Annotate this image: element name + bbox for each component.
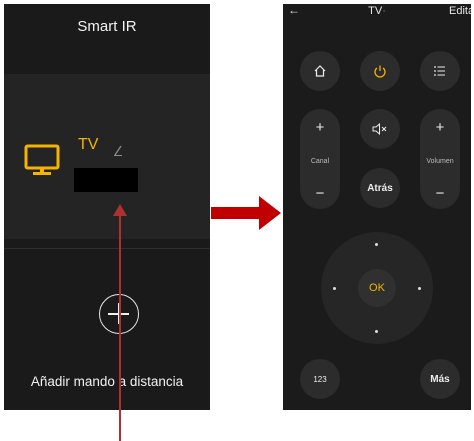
annotation-line (119, 215, 121, 441)
dpad: OK (321, 232, 433, 344)
dpad-right-button[interactable] (418, 287, 421, 290)
mute-icon (372, 123, 387, 135)
arrow-right-icon (211, 196, 281, 230)
mute-button[interactable] (360, 109, 400, 149)
title-dot: · (382, 5, 386, 17)
edit-button[interactable]: Editar (449, 5, 471, 17)
back-button[interactable]: Atrás (360, 168, 400, 208)
channel-rocker: + Canal − (300, 109, 340, 209)
smart-ir-screen: Smart IR TV Añadir mando a distancia (4, 4, 210, 410)
home-icon (314, 65, 326, 77)
menu-button[interactable] (420, 51, 460, 91)
device-name: TV (78, 136, 99, 153)
volume-down-button[interactable]: − (420, 185, 460, 202)
ok-button[interactable]: OK (358, 269, 396, 307)
screen-title: Smart IR (77, 18, 137, 35)
channel-down-button[interactable]: − (300, 185, 340, 202)
channel-up-button[interactable]: + (300, 119, 340, 136)
dpad-up-button[interactable] (375, 243, 378, 246)
home-button[interactable] (300, 51, 340, 91)
volume-up-button[interactable]: + (420, 119, 460, 136)
channel-label: Canal (310, 158, 330, 165)
remote-title-text: TV (368, 5, 383, 17)
device-card[interactable]: TV (4, 74, 210, 239)
pencil-icon[interactable] (113, 144, 123, 156)
power-icon (374, 65, 386, 78)
tv-icon (24, 144, 60, 175)
redacted-box (74, 168, 138, 192)
dpad-down-button[interactable] (375, 330, 378, 333)
annotation-arrowhead (113, 204, 127, 216)
dpad-left-button[interactable] (333, 287, 336, 290)
power-button[interactable] (360, 51, 400, 91)
more-button[interactable]: Más (420, 359, 460, 399)
volume-label: Volumen (426, 158, 454, 165)
tv-remote-screen: ← TV· Editar + Canal − (283, 4, 471, 410)
volume-rocker: + Volumen − (420, 109, 460, 209)
list-icon (434, 66, 445, 76)
add-remote-label[interactable]: Añadir mando a distancia (4, 374, 210, 389)
numpad-button[interactable]: 123 (300, 359, 340, 399)
divider (4, 248, 210, 249)
remote-title: TV· (283, 5, 471, 17)
